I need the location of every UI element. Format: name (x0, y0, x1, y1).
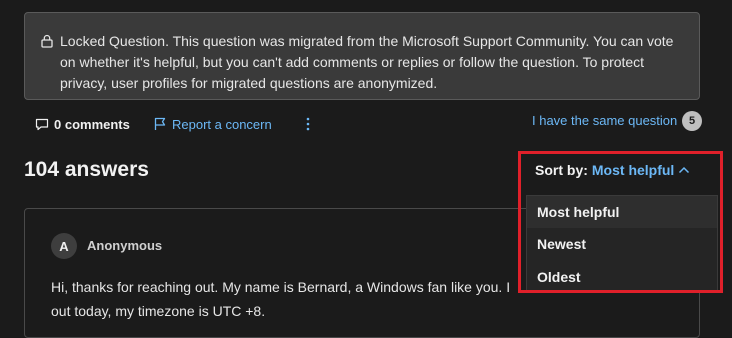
sort-option-most-helpful[interactable]: Most helpful (527, 196, 717, 228)
answer-line: out today, my timezone is UTC +8. (51, 303, 266, 319)
sort-option-newest[interactable]: Newest (527, 228, 717, 260)
sort-value: Most helpful (591, 162, 675, 178)
question-actions: 0 comments Report a concern I have the s… (0, 111, 732, 135)
chevron-up-icon (678, 166, 690, 174)
answer-line: Hi, thanks for reaching out. My name is … (51, 279, 511, 295)
more-options-button[interactable] (302, 113, 314, 135)
report-label: Report a concern (172, 116, 272, 132)
comments-label: 0 comments (54, 116, 130, 132)
lock-icon (40, 34, 54, 48)
sort-option-oldest[interactable]: Oldest (527, 261, 717, 293)
more-vertical-icon (306, 117, 310, 131)
answer-body: Hi, thanks for reaching out. My name is … (51, 275, 531, 323)
comments-button[interactable]: 0 comments (35, 113, 130, 135)
answer-author: Anonymous (87, 238, 163, 253)
flag-icon (153, 117, 167, 131)
sort-dropdown-toggle[interactable]: Sort by: Most helpful (535, 162, 690, 178)
sort-options-menu: Most helpful Newest Oldest (526, 195, 718, 293)
sort-label: Sort by: (535, 162, 588, 178)
same-question-button[interactable]: I have the same question (532, 109, 677, 131)
answers-count: 104 answers (24, 158, 149, 181)
same-question-count-badge: 5 (682, 111, 702, 131)
locked-question-notice: Locked Question. This question was migra… (24, 12, 700, 100)
comment-icon (35, 118, 49, 131)
notice-text: Locked Question. This question was migra… (60, 33, 674, 91)
avatar: A (51, 233, 77, 259)
same-question-label: I have the same question (532, 112, 678, 128)
report-concern-button[interactable]: Report a concern (153, 113, 272, 135)
